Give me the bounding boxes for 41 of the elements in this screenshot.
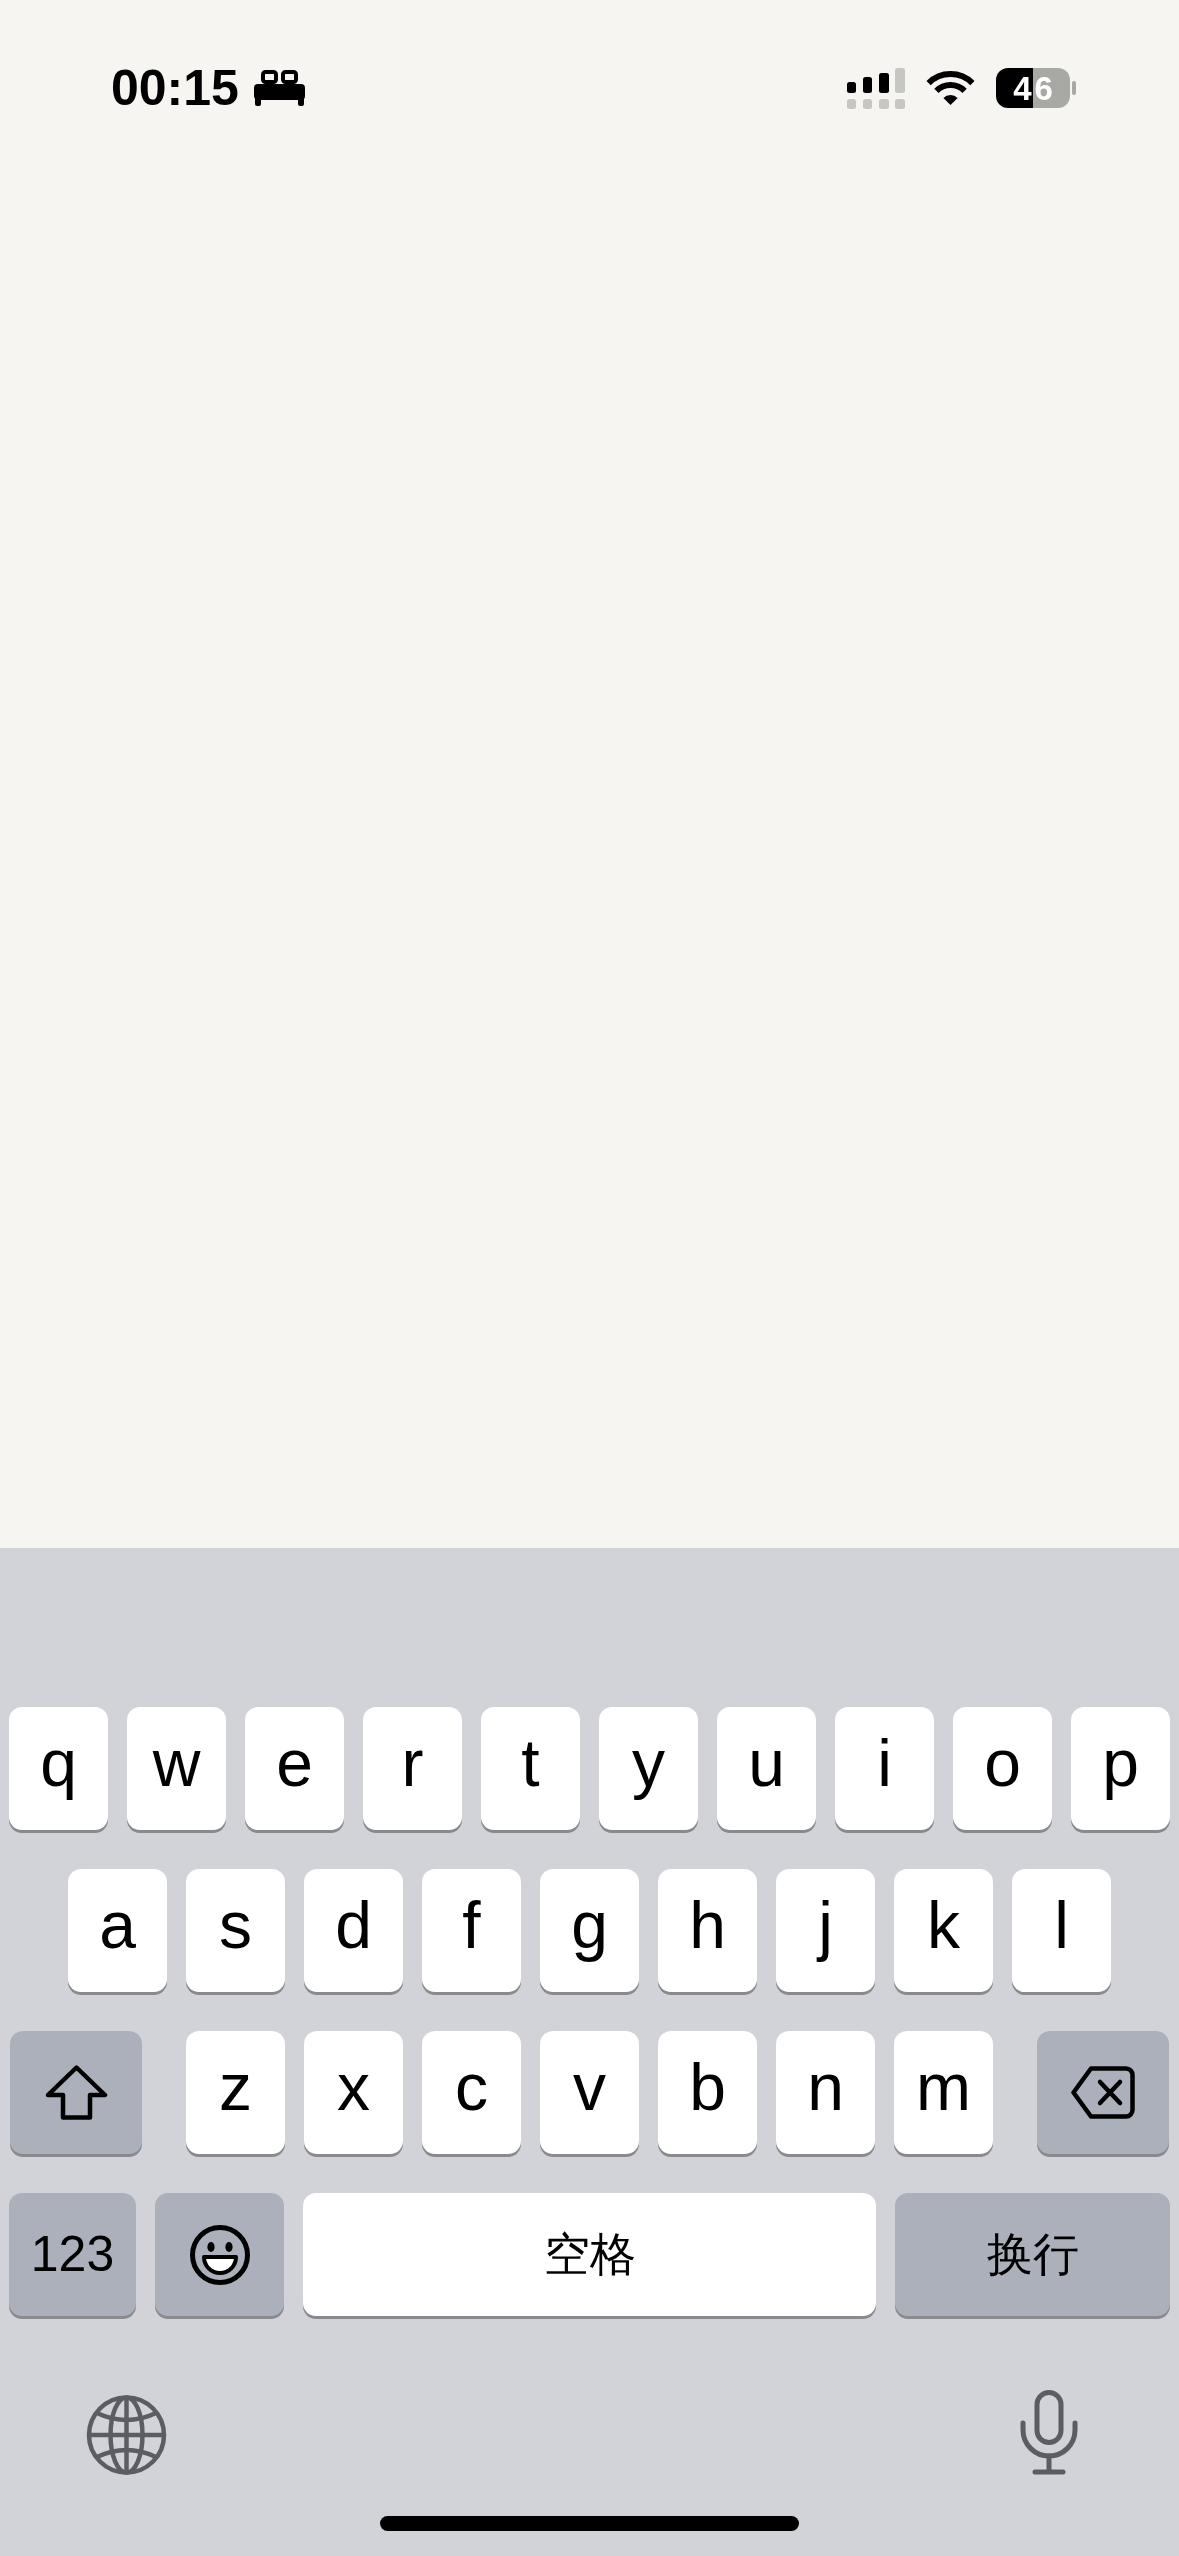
delete-key[interactable] (1037, 2031, 1169, 2154)
letter-key[interactable]: a (68, 1869, 167, 1992)
status-time: 00:15 (111, 63, 239, 113)
letter-key[interactable]: i (835, 1707, 934, 1830)
letter-key[interactable]: f (422, 1869, 521, 1992)
delete-icon (1071, 2066, 1135, 2119)
letter-key[interactable]: v (540, 2031, 639, 2154)
letter-key[interactable]: x (304, 2031, 403, 2154)
letter-key[interactable]: h (658, 1869, 757, 1992)
letter-key[interactable]: s (186, 1869, 285, 1992)
letter-key[interactable]: u (717, 1707, 816, 1830)
bed-icon (253, 70, 305, 106)
numbers-key[interactable]: 123 (9, 2193, 136, 2316)
letter-key[interactable]: l (1012, 1869, 1111, 1992)
letter-key[interactable]: o (953, 1707, 1052, 1830)
emoji-key[interactable] (155, 2193, 284, 2316)
smiley-icon (189, 2224, 250, 2285)
letter-key[interactable]: b (658, 2031, 757, 2154)
letter-key[interactable]: m (894, 2031, 993, 2154)
letter-key[interactable]: z (186, 2031, 285, 2154)
microphone-icon[interactable] (1020, 2390, 1078, 2475)
letter-key[interactable]: p (1071, 1707, 1170, 1830)
shift-key[interactable] (10, 2031, 142, 2154)
letter-key[interactable]: d (304, 1869, 403, 1992)
letter-key[interactable]: y (599, 1707, 698, 1830)
letter-key[interactable]: e (245, 1707, 344, 1830)
letter-key[interactable]: n (776, 2031, 875, 2154)
wifi-icon (925, 71, 976, 105)
shift-icon (44, 2065, 108, 2120)
letter-key[interactable]: t (481, 1707, 580, 1830)
signal-icon (847, 67, 905, 109)
letter-key[interactable]: c (422, 2031, 521, 2154)
globe-icon[interactable] (86, 2395, 167, 2475)
return-key[interactable]: 换行 (895, 2193, 1170, 2316)
letter-key[interactable]: r (363, 1707, 462, 1830)
letter-key[interactable]: j (776, 1869, 875, 1992)
letter-key[interactable]: g (540, 1869, 639, 1992)
letter-key[interactable]: w (127, 1707, 226, 1830)
letter-key[interactable]: q (9, 1707, 108, 1830)
letter-key[interactable]: k (894, 1869, 993, 1992)
space-key[interactable]: 空格 (303, 2193, 876, 2316)
